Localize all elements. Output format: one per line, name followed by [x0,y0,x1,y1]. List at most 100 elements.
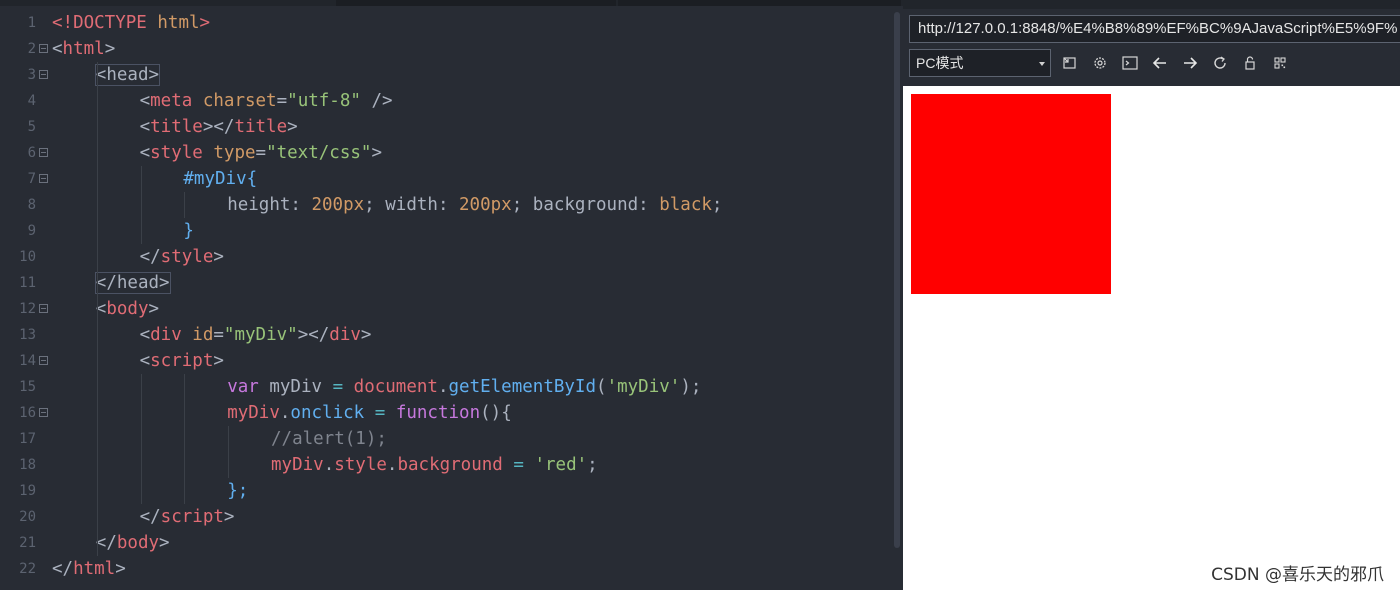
code-token: 'red' [534,455,588,475]
code-token: div [150,325,182,345]
code-line[interactable]: #myDiv{ [52,166,889,192]
code-line[interactable]: </head> [52,270,889,296]
code-line[interactable]: <body> [52,296,889,322]
code-line[interactable]: myDiv.onclick = function(){ [52,400,889,426]
code-token: html [62,39,105,59]
code-line[interactable]: <!DOCTYPE html> [52,10,889,36]
line-number: 13 [0,322,52,348]
code-token: ; [587,455,598,475]
fold-toggle-icon[interactable] [39,70,48,79]
address-bar[interactable]: http://127.0.0.1:8848/%E4%B8%89%EF%BC%9A… [909,15,1400,43]
code-line-content: <title></title> [52,117,298,137]
line-number: 21 [0,530,52,556]
code-editor[interactable]: 1 2 3 4 5 6 7 8 9 10 11 12 13 14 15 16 17 18 19 20 21 22 <!DO… [0,0,903,590]
indent-guide [96,374,98,400]
code-line-content: </body> [52,533,170,553]
code-line[interactable]: <style type="text/css"> [52,140,889,166]
code-token: function [395,403,481,423]
code-line-content: <head> [52,64,161,86]
code-token: "utf-8" [287,91,361,111]
line-number-text: 16 [19,405,36,421]
fold-toggle-icon[interactable] [39,304,48,313]
code-line[interactable]: </html> [52,556,889,582]
code-token: /> [360,91,393,111]
code-token: > [115,559,126,579]
code-line[interactable]: <title></title> [52,114,889,140]
code-line[interactable]: </style> [52,244,889,270]
code-token: html [73,559,116,579]
line-number-gutter: 1 2 3 4 5 6 7 8 9 10 11 12 13 14 15 16 17 18 19 20 21 22 [0,10,52,582]
forward-arrow-icon[interactable] [1179,52,1201,74]
code-line[interactable]: </body> [52,530,889,556]
code-line-content: <style type="text/css"> [52,143,382,163]
window-icon[interactable] [1059,52,1081,74]
indent-guide [140,426,142,452]
back-arrow-icon[interactable] [1149,52,1171,74]
code-line[interactable]: myDiv.style.background = 'red'; [52,452,889,478]
code-token: < [139,91,151,111]
editor-tab-segment [336,0,616,6]
code-token: ; [511,195,533,215]
line-number: 1 [0,10,52,36]
code-line[interactable]: <meta charset="utf-8" /> [52,88,889,114]
fold-toggle-icon[interactable] [39,44,48,53]
indent-guide [96,452,98,478]
code-token: title [234,117,288,137]
code-line[interactable]: <html> [52,36,889,62]
code-token: < [139,143,151,163]
code-token: </ [139,507,161,527]
terminal-icon[interactable] [1119,52,1141,74]
code-token: : [437,195,460,215]
code-line[interactable]: height: 200px; width: 200px; background:… [52,192,889,218]
line-number-text: 1 [27,15,36,31]
settings-icon[interactable] [1089,52,1111,74]
my-div-red-box[interactable] [911,94,1111,294]
lock-icon[interactable] [1239,52,1261,74]
code-token: 'myDiv' [606,377,681,397]
code-token: body [116,533,160,553]
line-number: 15 [0,374,52,400]
indent-guide [184,374,186,400]
code-line-content: <meta charset="utf-8" /> [52,91,393,111]
fold-toggle-icon[interactable] [39,356,48,365]
code-token: ></ [202,117,235,137]
code-token: background [397,455,503,475]
indent-guide [184,192,186,218]
code-token: <!DOCTYPE [52,13,147,33]
indent-guide [96,62,98,88]
fold-toggle-icon[interactable] [39,148,48,157]
code-area[interactable]: <!DOCTYPE html> <html> <head> <meta charset… [52,10,889,582]
indent-guide [140,452,142,478]
code-line[interactable]: </script> [52,504,889,530]
code-line[interactable]: //alert(1); [52,426,889,452]
code-token: title [150,117,203,137]
fold-toggle-icon[interactable] [39,408,48,417]
indent-guide [140,218,142,244]
code-line[interactable]: } [52,218,889,244]
code-line[interactable]: <script> [52,348,889,374]
fold-toggle-icon[interactable] [39,174,48,183]
code-token: = [332,377,344,397]
indent-guide [184,452,186,478]
code-token: "myDiv" [223,325,298,345]
line-number-text: 6 [27,145,36,161]
browser-top-strip [903,0,1400,9]
code-token: . [386,455,398,475]
code-token: meta [150,91,193,111]
code-token: = [213,325,224,345]
code-token: > [199,13,211,33]
code-line[interactable]: var myDiv = document.getElementById('myD… [52,374,889,400]
code-line[interactable]: <div id="myDiv"></div> [52,322,889,348]
qrcode-icon[interactable] [1269,52,1291,74]
device-mode-select[interactable]: PC模式 [909,49,1051,77]
refresh-icon[interactable] [1209,52,1231,74]
code-line[interactable]: }; [52,478,889,504]
code-line-content: <!DOCTYPE html> [52,13,210,33]
code-token: > [360,325,372,345]
indent-guide [96,270,98,296]
line-number: 9 [0,218,52,244]
chevron-down-icon [1039,62,1045,66]
code-line[interactable]: <head> [52,62,889,88]
editor-scrollbar[interactable] [894,12,900,548]
code-line-content: </style> [52,247,224,267]
